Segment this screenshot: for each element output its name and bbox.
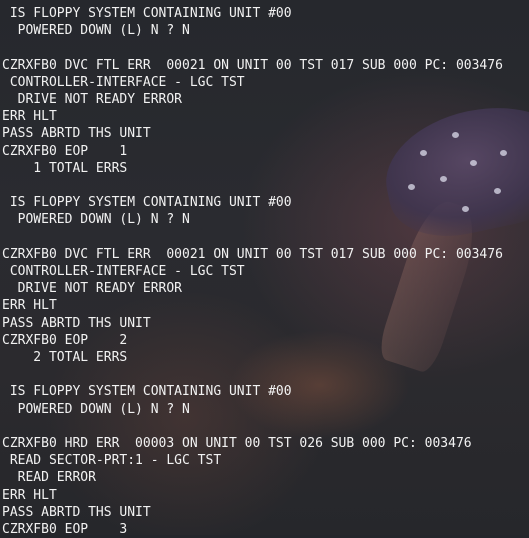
terminal-line: CONTROLLER-INTERFACE - LGC TST [2, 264, 245, 279]
terminal-line: ERR HLT [2, 109, 57, 125]
terminal-line: DRIVE NOT READY ERROR [2, 281, 183, 297]
terminal-line: CZRXFB0 DVC FTL ERR 00021 ON UNIT 00 TST… [2, 246, 503, 262]
terminal-line: CONTROLLER-INTERFACE - LGC TST [2, 74, 245, 90]
terminal-line: IS FLOPPY SYSTEM CONTAINING UNIT #00 [2, 6, 292, 21]
terminal-line: POWERED DOWN (L) N ? N [2, 401, 190, 417]
terminal-line: ERR HLT [2, 487, 57, 503]
terminal-line: ERR HLT [2, 298, 57, 314]
terminal-line: CZRXFB0 EOP 2 [2, 332, 128, 348]
terminal-line: PASS ABRTD THS UNIT [2, 126, 151, 142]
terminal-line: POWERED DOWN (L) N ? N [2, 23, 190, 39]
terminal-line: PASS ABRTD THS UNIT [2, 315, 151, 331]
terminal-line: PASS ABRTD THS UNIT [2, 504, 151, 520]
terminal-line: CZRXFB0 EOP 1 [2, 143, 128, 159]
terminal-line: 1 TOTAL ERRS [2, 160, 128, 176]
terminal-line: READ SECTOR-PRT:1 - LGC TST [2, 453, 222, 469]
terminal-line: IS FLOPPY SYSTEM CONTAINING UNIT #00 [2, 195, 292, 211]
terminal-line: IS FLOPPY SYSTEM CONTAINING UNIT #00 [2, 384, 292, 400]
terminal-output[interactable]: IS FLOPPY SYSTEM CONTAINING UNIT #00 POW… [0, 0, 529, 537]
terminal-line: 2 TOTAL ERRS [2, 350, 128, 365]
terminal-line: CZRXFB0 DVC FTL ERR 00021 ON UNIT 00 TST… [2, 57, 503, 73]
terminal-line: CZRXFB0 HRD ERR 00003 ON UNIT 00 TST 026… [2, 436, 472, 451]
terminal-line: POWERED DOWN (L) N ? N [2, 212, 190, 228]
terminal-line: READ ERROR [2, 470, 96, 486]
terminal-line: CZRXFB0 EOP 3 [2, 522, 128, 537]
terminal-line: DRIVE NOT READY ERROR [2, 92, 183, 107]
